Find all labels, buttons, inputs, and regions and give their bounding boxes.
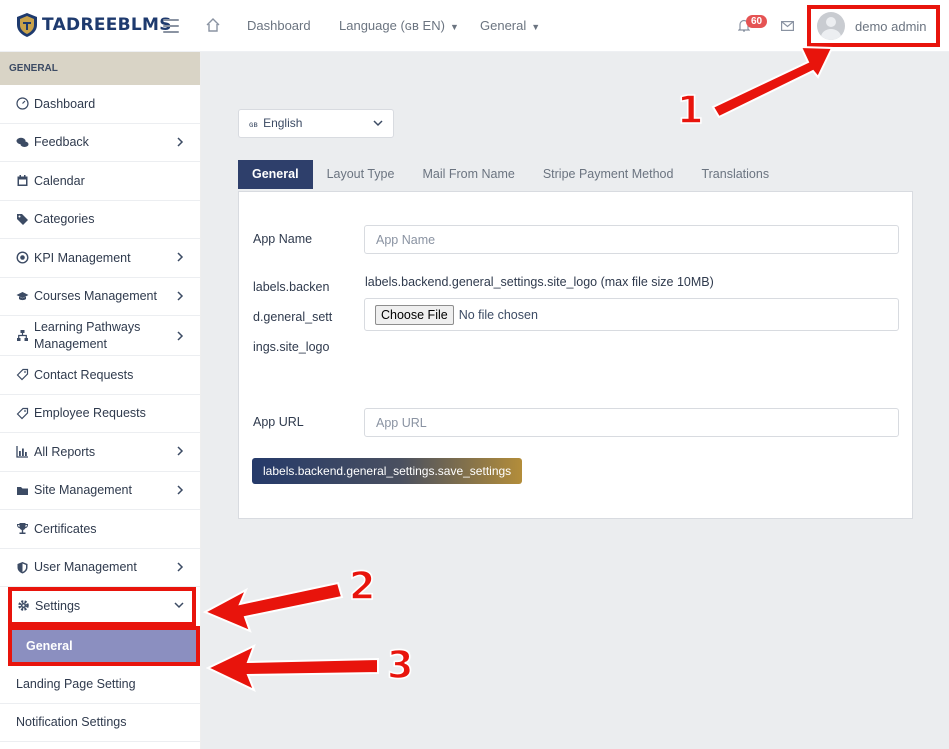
chevron-right-icon (177, 446, 184, 456)
annotation-number-1: 1 (676, 87, 704, 133)
dashboard-icon (16, 97, 29, 110)
sidebar-subitem-notification-settings[interactable]: Notification Settings (0, 704, 200, 742)
sidebar-item-learning-pathways[interactable]: Learning Pathways Management (0, 316, 200, 356)
chevron-right-icon (177, 290, 184, 301)
sidebar-subitem-general[interactable]: General (8, 625, 200, 666)
sidebar-item-all-reports[interactable]: All Reports (0, 433, 200, 472)
graduation-cap-icon (16, 291, 29, 300)
ticket-icon (16, 407, 29, 420)
sidebar-item-feedback[interactable]: Feedback (0, 124, 200, 162)
shield-icon (17, 561, 28, 574)
sidebar-item-user-management[interactable]: User Management (0, 549, 200, 587)
comments-icon (16, 137, 29, 147)
logo-hint-text: labels.backend.general_settings.site_log… (365, 275, 714, 289)
main-content: ɢʙ English General Layout Type Mail From… (201, 52, 949, 749)
avatar (817, 12, 845, 40)
sidebar-subitem-landing-page-setting[interactable]: Landing Page Setting (0, 666, 200, 704)
sidebar-item-dashboard[interactable]: Dashboard (0, 85, 200, 124)
chevron-right-icon (177, 561, 184, 572)
envelope-icon[interactable] (781, 21, 794, 31)
annotation-number-2: 2 (348, 563, 376, 609)
sidebar-item-categories[interactable]: Categories (0, 201, 200, 239)
sidebar-item-calendar[interactable]: Calendar (0, 162, 200, 201)
app-url-label: App URL (253, 415, 304, 429)
logo-label-line-3: ings.site_logo (253, 340, 330, 354)
bar-chart-icon (16, 446, 28, 458)
save-settings-button[interactable]: labels.backend.general_settings.save_set… (252, 458, 523, 484)
brand-logo[interactable]: TADREEBLMS (16, 12, 172, 38)
logo-label-line-1: labels.backen (253, 280, 330, 294)
target-icon (16, 251, 29, 264)
user-name: demo admin (855, 18, 927, 34)
tags-icon (17, 213, 28, 225)
sidebar-item-kpi-management[interactable]: KPI Management (0, 239, 200, 278)
chevron-right-icon (177, 252, 184, 262)
chevron-down-icon (174, 602, 184, 609)
sidebar-item-certificates[interactable]: Certificates (0, 510, 200, 549)
shield-logo-icon (17, 13, 37, 37)
sidebar-section-title: GENERAL (0, 52, 200, 85)
file-status: No file chosen (458, 307, 538, 322)
general-settings-panel: App Name App Name labels.backen d.genera… (238, 191, 913, 519)
tab-translations[interactable]: Translations (687, 160, 783, 189)
tab-mail-from-name[interactable]: Mail From Name (408, 160, 528, 189)
settings-tabs: General Layout Type Mail From Name Strip… (238, 160, 783, 189)
trophy-icon (16, 523, 29, 535)
tab-general[interactable]: General (238, 160, 313, 189)
app-name-input[interactable]: App Name (364, 225, 899, 254)
folder-icon (17, 486, 28, 495)
ticket-icon (16, 369, 29, 381)
sidebar-item-settings[interactable]: Settings (8, 587, 196, 626)
app-url-input[interactable]: App URL (364, 408, 899, 437)
notification-badge: 60 (746, 15, 768, 28)
calendar-icon (17, 175, 28, 187)
chevron-down-icon (373, 120, 383, 127)
choose-file-button[interactable]: Choose File (375, 304, 454, 325)
logo-label-line-2: d.general_sett (253, 310, 333, 324)
sidebar-item-courses-management[interactable]: Courses Management (0, 278, 200, 316)
language-select[interactable]: ɢʙ English (238, 109, 394, 138)
nav-dashboard[interactable]: Dashboard (247, 18, 311, 33)
sidebar: GENERAL Dashboard Feedback Calendar Cate… (0, 52, 201, 749)
sidebar-item-contact-requests[interactable]: Contact Requests (0, 356, 200, 395)
user-menu[interactable]: demo admin (807, 5, 940, 47)
home-icon[interactable] (205, 17, 221, 33)
nav-general-dropdown[interactable]: General ▼ (480, 18, 540, 33)
app-name-label: App Name (253, 232, 313, 246)
tab-stripe-payment-method[interactable]: Stripe Payment Method (529, 160, 688, 189)
nav-language-dropdown[interactable]: Language (ɢʙ EN) ▼ (339, 18, 459, 33)
sidebar-item-employee-requests[interactable]: Employee Requests (0, 395, 200, 433)
chevron-right-icon (177, 331, 184, 341)
menu-toggle-icon[interactable] (163, 19, 179, 33)
sitemap-icon (17, 330, 28, 341)
top-bar: TADREEBLMS Dashboard Language (ɢʙ EN) ▼ G… (0, 0, 949, 52)
gear-icon (18, 600, 29, 611)
annotation-number-3: 3 (386, 642, 414, 688)
sidebar-item-site-management[interactable]: Site Management (0, 472, 200, 510)
logo-file-input: Choose File No file chosen (364, 298, 899, 331)
chevron-right-icon (177, 484, 184, 495)
chevron-right-icon (177, 136, 184, 147)
brand-name: TADREEBLMS (42, 15, 172, 35)
tab-layout-type[interactable]: Layout Type (313, 160, 409, 189)
